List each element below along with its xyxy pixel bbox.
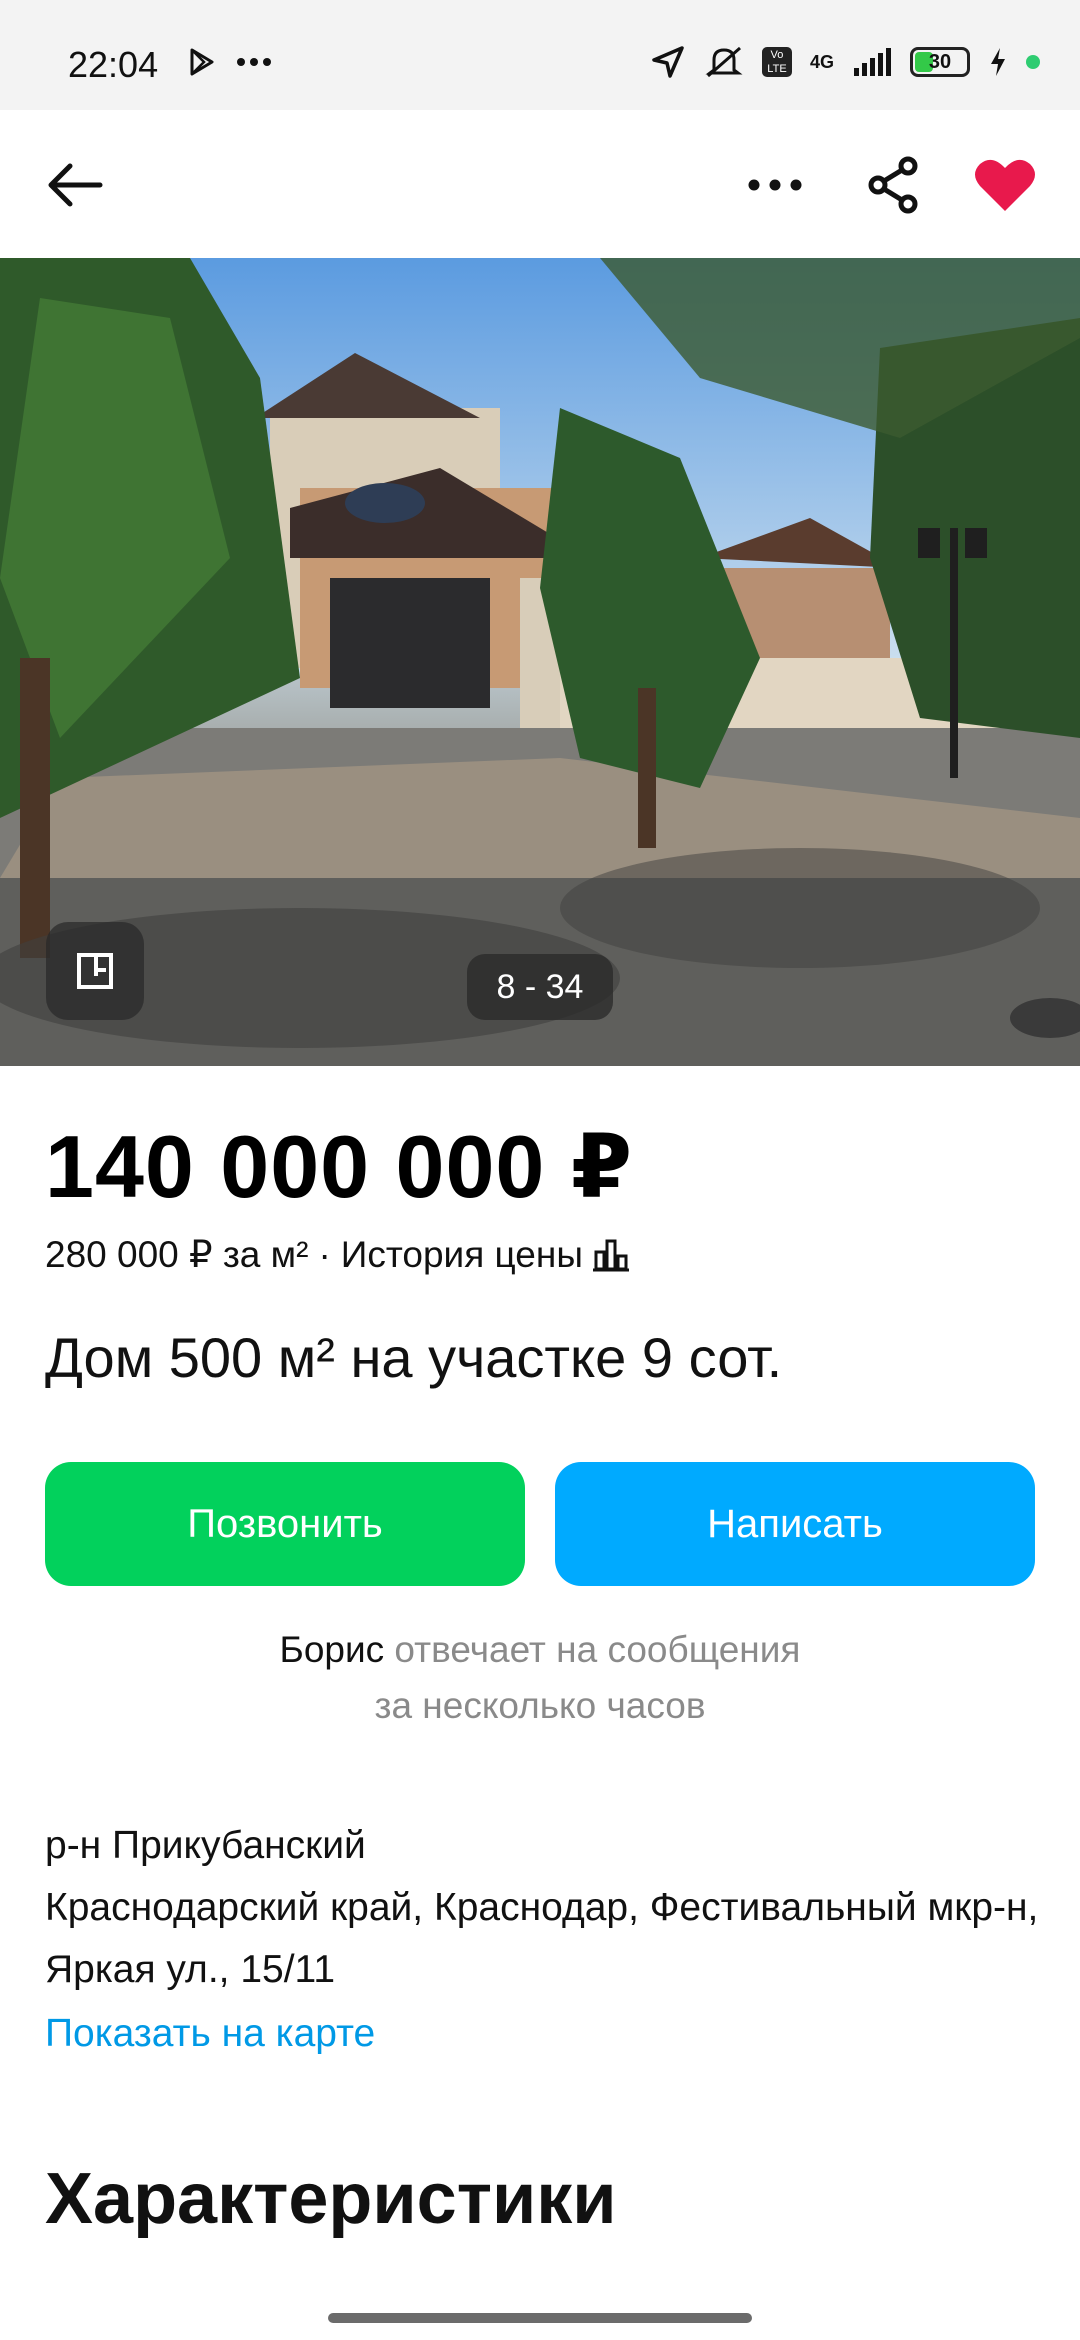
seller-name: Борис — [279, 1629, 385, 1670]
listing-title: Дом 500 м² на участке 9 сот. — [45, 1326, 783, 1389]
status-time: 22:04 — [68, 44, 159, 85]
charging-icon — [991, 48, 1005, 76]
floor-plan-button[interactable] — [46, 922, 144, 1020]
more-horizontal-icon — [748, 179, 802, 191]
price-per-m2: 280 000 ₽ за м² — [45, 1234, 309, 1275]
characteristics-heading: Характеристики — [45, 2159, 617, 2239]
mute-icon — [705, 46, 743, 78]
bar-chart-icon — [592, 1239, 629, 1271]
more-notifications-icon — [237, 58, 271, 66]
price-separator: · — [318, 1233, 331, 1275]
seller-response-info: Борис отвечает на сообщения за несколько… — [0, 1622, 1080, 1734]
signal-icon — [854, 48, 891, 76]
price-history-link[interactable]: История цены — [341, 1234, 583, 1276]
show-on-map-link[interactable]: Показать на карте — [45, 2012, 375, 2056]
seller-line-1: Борис отвечает на сообщения — [0, 1622, 1080, 1678]
favorite-button[interactable] — [970, 150, 1040, 220]
location-icon — [652, 46, 684, 78]
seller-response-text: отвечает на сообщения — [394, 1629, 801, 1670]
photo-counter: 8 - 34 — [467, 954, 613, 1020]
status-bar: 22:04 Vo LTE 4G 30 — [0, 0, 1080, 110]
share-button[interactable] — [858, 150, 928, 220]
status-right-icons: Vo LTE 4G 30 — [650, 44, 1040, 80]
network-type-label: 4G — [809, 51, 834, 72]
battery-level: 30 — [928, 50, 952, 73]
write-button[interactable]: Написать — [555, 1462, 1035, 1586]
heart-icon — [975, 159, 1035, 211]
call-button[interactable]: Позвонить — [45, 1462, 525, 1586]
share-icon — [868, 156, 918, 214]
play-store-icon — [190, 48, 214, 76]
arrow-left-icon — [48, 163, 103, 207]
app-bar — [0, 110, 1080, 258]
floor-plan-icon — [77, 953, 113, 989]
battery-icon: 30 — [910, 47, 970, 77]
home-indicator[interactable] — [328, 2313, 752, 2323]
address-district: р-н Прикубанский — [45, 1824, 366, 1867]
back-button[interactable] — [40, 150, 110, 220]
seller-response-time: за несколько часов — [374, 1685, 706, 1726]
address-full: Краснодарский край, Краснодар, Фестиваль… — [45, 1886, 1039, 1991]
status-left-icons — [186, 46, 272, 78]
more-options-button[interactable] — [740, 150, 810, 220]
volte-icon: Vo LTE — [761, 47, 792, 77]
listing-price: 140 000 000 ₽ — [45, 1117, 634, 1216]
address-block: р-н Прикубанский Краснодарский край, Кра… — [45, 1815, 1045, 2001]
privacy-indicator-icon — [1026, 55, 1040, 69]
price-details-row: 280 000 ₽ за м² · История цены — [45, 1233, 629, 1276]
house-photo-illustration — [0, 258, 1080, 1066]
listing-photo[interactable]: 8 - 34 — [0, 258, 1080, 1066]
